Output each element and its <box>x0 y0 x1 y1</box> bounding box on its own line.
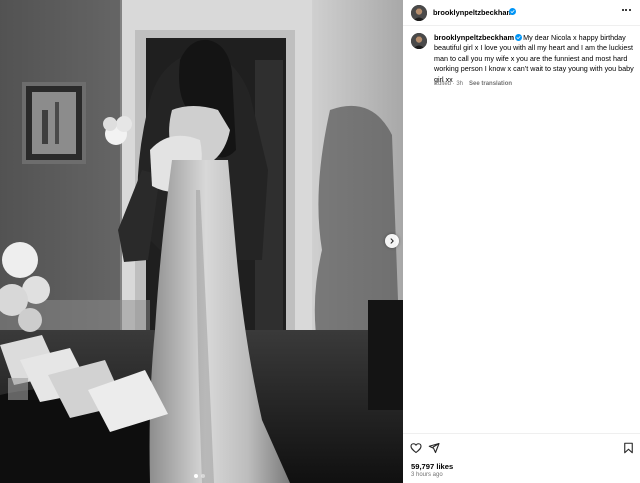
wedding-photo-image <box>0 0 403 483</box>
likes-count[interactable]: 59,797 likes <box>411 462 453 471</box>
next-photo-button[interactable] <box>385 234 399 248</box>
carousel-dot <box>201 474 205 478</box>
edited-label: Edited · 3h <box>434 81 464 87</box>
avatar-image <box>411 5 427 21</box>
more-options-button[interactable] <box>621 9 631 11</box>
heart-icon <box>410 443 422 454</box>
caption-meta: Edited · 3h See translation <box>434 81 512 87</box>
post-timestamp: 3 hours ago <box>411 472 443 478</box>
like-button[interactable] <box>410 442 422 454</box>
post-side-panel: brooklynpeltzbeckham brooklynpeltzbeckha… <box>403 0 640 483</box>
header-username[interactable]: brooklynpeltzbeckham <box>433 8 513 17</box>
verified-badge-icon <box>509 8 516 15</box>
carousel-dot-active <box>194 474 198 478</box>
save-button[interactable] <box>623 442 634 454</box>
carousel-dots <box>194 474 205 478</box>
bookmark-icon <box>624 442 633 454</box>
post-actions: 59,797 likes 3 hours ago <box>403 433 640 483</box>
more-options-icon <box>621 9 624 11</box>
paper-plane-icon <box>428 442 440 454</box>
post-header: brooklynpeltzbeckham <box>403 0 640 26</box>
post-photo[interactable] <box>0 0 403 483</box>
caption-text: brooklynpeltzbeckham My dear Nicola x ha… <box>434 33 634 85</box>
avatar[interactable] <box>411 5 427 21</box>
caption-username[interactable]: brooklynpeltzbeckham <box>434 33 514 42</box>
share-button[interactable] <box>428 442 440 454</box>
see-translation-link[interactable]: See translation <box>469 81 512 87</box>
verified-badge-icon <box>515 34 523 41</box>
caption-avatar[interactable] <box>411 33 427 49</box>
avatar-image <box>411 33 427 49</box>
chevron-right-icon <box>390 238 394 244</box>
